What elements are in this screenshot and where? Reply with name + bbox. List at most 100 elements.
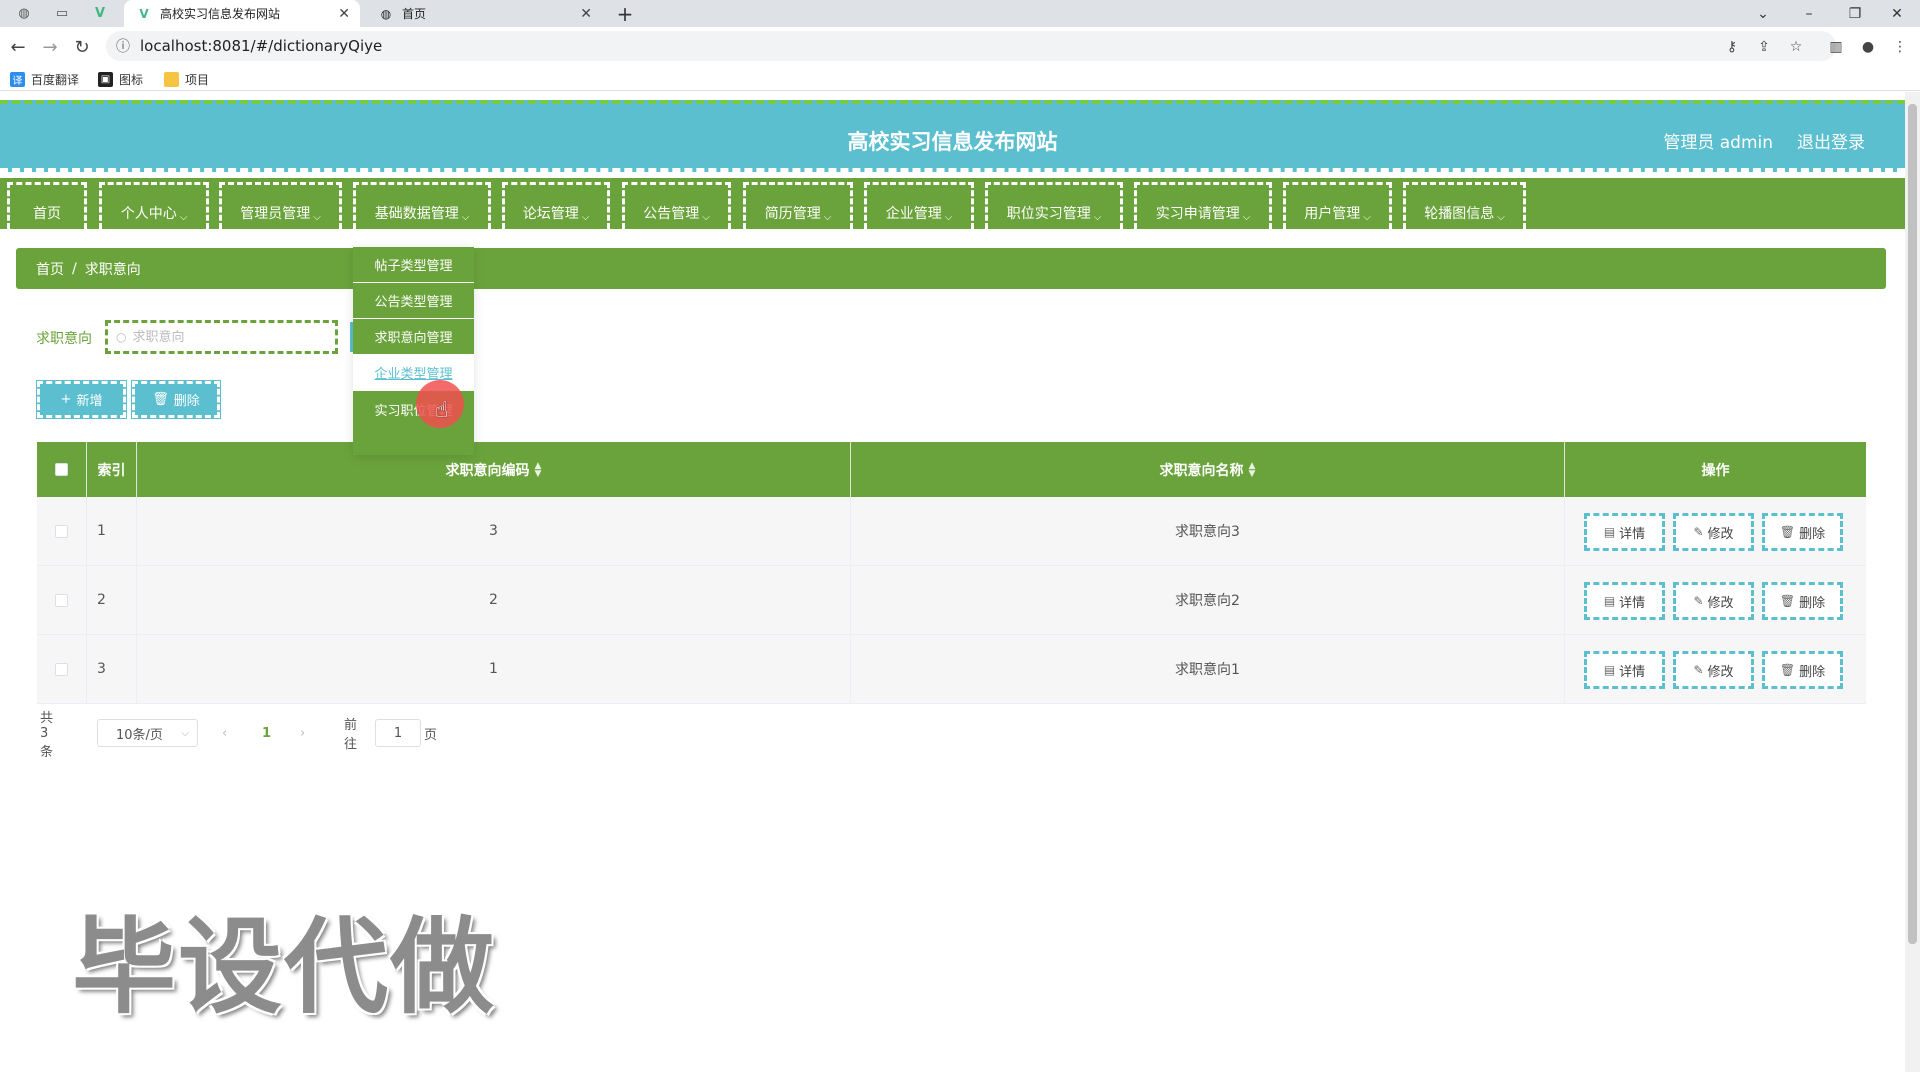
next-page-icon[interactable]: ›	[300, 719, 305, 747]
menu-item-forum[interactable]: 论坛管理 ⌵	[502, 182, 610, 229]
close-icon[interactable]: ✕	[580, 6, 592, 22]
prev-page-icon[interactable]: ‹	[222, 719, 227, 747]
menu-item-resume[interactable]: 简历管理 ⌵	[743, 182, 853, 229]
submenu-item-post-type[interactable]: 帖子类型管理	[353, 247, 474, 283]
sort-icon[interactable]: ▲ ▼	[535, 461, 542, 478]
watermark: 毕设代做	[72, 906, 497, 1028]
menu-item-base-data[interactable]: 基础数据管理 ⌵	[353, 182, 491, 229]
column-label: 索引	[97, 462, 126, 479]
logout-link[interactable]: 退出登录	[1797, 128, 1865, 153]
breadcrumb-separator: /	[72, 260, 77, 277]
detail-button[interactable]: ▤ 详情	[1584, 582, 1665, 620]
menu-item-users[interactable]: 用户管理 ⌵	[1283, 182, 1392, 229]
restore-button[interactable]: ❐	[1832, 0, 1878, 27]
reload-icon[interactable]: ↻	[68, 33, 96, 61]
trash-icon: 🗑	[152, 392, 169, 407]
table-row: 3 1 求职意向1 ▤ 详情 ✎ 修改 🗑 删除	[37, 635, 1866, 704]
cell-name: 求职意向3	[851, 497, 1565, 565]
row-checkbox[interactable]	[55, 593, 68, 607]
close-icon[interactable]: ✕	[338, 6, 350, 22]
chevron-down-icon: ⌵	[581, 212, 590, 223]
delete-button[interactable]: 🗑 删除	[1762, 582, 1843, 620]
trash-icon: 🗑	[1779, 594, 1796, 608]
more-menu-icon[interactable]: ⋮	[1888, 36, 1912, 58]
globe-icon: ◍	[380, 6, 392, 21]
cell-ops: ▤ 详情 ✎ 修改 🗑 删除	[1565, 635, 1866, 703]
share-icon[interactable]: ⇪	[1752, 36, 1776, 58]
url-field[interactable]: ⓘ localhost:8081/#/dictionaryQiye	[106, 31, 1836, 61]
chevron-down-icon: ⌵	[944, 212, 953, 223]
pencil-icon: ✎	[1693, 663, 1704, 677]
current-user: 管理员 admin	[1663, 133, 1773, 153]
page-size-select[interactable]: 10条/页 ⌵	[97, 719, 198, 747]
delete-button[interactable]: 🗑 删除	[1762, 651, 1843, 689]
tab-home[interactable]: ◍ 首页 ✕	[366, 0, 602, 27]
breadcrumb-current: 求职意向	[84, 261, 141, 278]
minimize-button[interactable]: –	[1786, 0, 1832, 27]
scrollbar-thumb[interactable]	[1908, 104, 1917, 944]
address-bar-row: ← → ↻ ⓘ localhost:8081/#/dictionaryQiye …	[0, 27, 1920, 67]
menu-item-internship-application[interactable]: 实习申请管理 ⌵	[1134, 182, 1272, 229]
base-data-submenu: 帖子类型管理 公告类型管理 求职意向管理 企业类型管理 实习职位管理	[353, 247, 474, 455]
menu-item-carousel[interactable]: 轮播图信息 ⌵	[1403, 182, 1526, 229]
menu-label: 企业管理	[885, 206, 942, 222]
page-scrollbar[interactable]	[1905, 92, 1920, 1072]
detail-button[interactable]: ▤ 详情	[1584, 651, 1665, 689]
page-number-current[interactable]: 1	[262, 719, 271, 747]
translate-icon: 译	[10, 71, 25, 87]
new-tab-button[interactable]: +	[612, 0, 638, 27]
table-row: 1 3 求职意向3 ▤ 详情 ✎ 修改 🗑 删除	[37, 497, 1866, 566]
cell-ops: ▤ 详情 ✎ 修改 🗑 删除	[1565, 566, 1866, 634]
select-all-checkbox[interactable]	[55, 463, 68, 476]
menu-item-profile[interactable]: 个人中心 ⌵	[99, 182, 209, 229]
cell-code: 1	[137, 635, 851, 703]
search-label: 求职意向	[36, 331, 92, 347]
menu-item-home[interactable]: 首页	[7, 182, 87, 229]
menu-item-admin[interactable]: 管理员管理 ⌵	[219, 182, 342, 229]
delete-button[interactable]: 🗑 删除	[1762, 513, 1843, 551]
column-header-name[interactable]: 求职意向名称 ▲ ▼	[851, 442, 1565, 497]
document-icon: ▤	[1603, 525, 1616, 539]
profile-avatar-icon[interactable]: ●	[1856, 36, 1880, 58]
add-button[interactable]: + 新增	[36, 380, 127, 419]
goto-page-input[interactable]: 1	[375, 719, 421, 747]
sort-icon[interactable]: ▲ ▼	[1249, 461, 1256, 478]
menu-item-company[interactable]: 企业管理 ⌵	[864, 182, 974, 229]
breadcrumb-home[interactable]: 首页	[36, 259, 64, 279]
page-unit-label: 页	[424, 727, 438, 743]
tab-search-chevron-icon[interactable]: ⌄	[1740, 0, 1786, 27]
detail-button[interactable]: ▤ 详情	[1584, 513, 1665, 551]
row-checkbox[interactable]	[55, 524, 68, 538]
forward-arrow-icon[interactable]: →	[36, 33, 64, 61]
batch-delete-button[interactable]: 🗑 删除	[131, 380, 221, 419]
menu-label: 基础数据管理	[374, 206, 459, 222]
key-icon[interactable]: ⚷	[1720, 36, 1744, 58]
pinned-tab-globe-icon[interactable]: ◍	[8, 0, 40, 27]
close-window-button[interactable]: ✕	[1874, 0, 1920, 27]
edit-button[interactable]: ✎ 修改	[1673, 513, 1754, 551]
pinned-tab-vue-icon[interactable]: V	[84, 0, 116, 27]
back-arrow-icon[interactable]: ←	[4, 33, 32, 61]
column-header-code[interactable]: 求职意向编码 ▲ ▼	[137, 442, 851, 497]
menu-item-internship-position[interactable]: 职位实习管理 ⌵	[985, 182, 1123, 229]
chevron-down-icon: ⌵	[1242, 212, 1251, 223]
submenu-item-notice-type[interactable]: 公告类型管理	[353, 283, 474, 319]
chevron-down-icon: ⌵	[702, 212, 710, 223]
edit-button[interactable]: ✎ 修改	[1673, 582, 1754, 620]
submenu-item-job-intention[interactable]: 求职意向管理	[353, 319, 474, 355]
bookmark-icons[interactable]: ▣ 图标	[98, 70, 143, 88]
info-icon[interactable]: ⓘ	[116, 36, 130, 56]
pinned-tab-blank-icon[interactable]: ▭	[46, 0, 78, 27]
chevron-down-icon: ⌵	[1497, 212, 1505, 223]
search-input[interactable]	[132, 329, 313, 345]
tab-active[interactable]: V 高校实习信息发布网站 ✕	[124, 0, 360, 27]
search-field[interactable]: ○	[105, 320, 338, 354]
sidepanel-icon[interactable]: ▥	[1824, 36, 1848, 58]
menu-item-notice[interactable]: 公告管理 ⌵	[622, 182, 731, 229]
row-checkbox[interactable]	[55, 662, 68, 676]
bookmark-project[interactable]: 项目	[164, 70, 209, 88]
edit-button[interactable]: ✎ 修改	[1673, 651, 1754, 689]
bookmark-baidu-translate[interactable]: 译 百度翻译	[10, 70, 79, 88]
star-icon[interactable]: ☆	[1784, 36, 1808, 58]
cell-name: 求职意向1	[851, 635, 1565, 703]
